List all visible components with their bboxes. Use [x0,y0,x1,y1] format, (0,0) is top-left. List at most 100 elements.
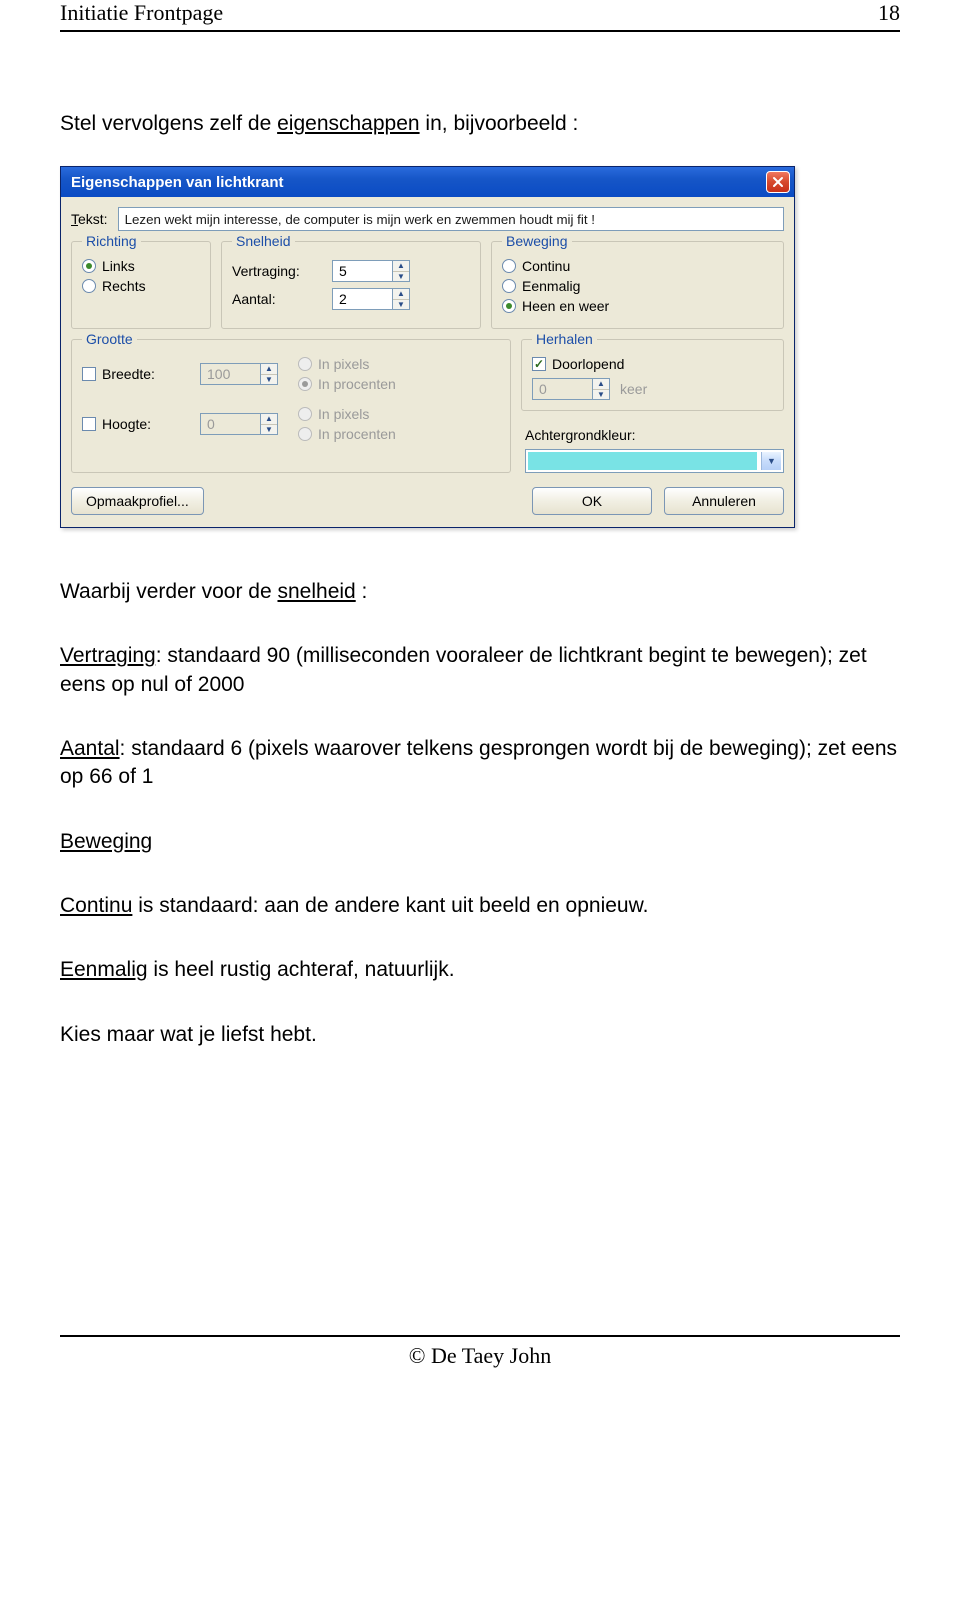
intro-paragraph: Stel vervolgens zelf de eigenschappen in… [60,112,900,136]
tekst-label: Tekst: [71,211,108,227]
radio-continu[interactable] [502,259,516,273]
group-herhalen: Herhalen Doorlopend ▲▼ keer [521,339,784,411]
chevron-up-icon: ▲ [261,414,277,425]
chevron-down-icon[interactable]: ▼ [393,272,409,282]
radio-continu-label: Continu [522,258,570,274]
dialog-title: Eigenschappen van lichtkrant [71,174,284,191]
doc-footer-copyright: © De Taey John [60,1343,900,1369]
radio-eenmalig[interactable] [502,279,516,293]
hoogte-check-row[interactable]: Hoogte: [82,416,192,432]
color-swatch [528,452,757,470]
body-p7: Kies maar wat je liefst hebt. [60,1021,900,1049]
group-snelheid: Snelheid Vertraging: ▲▼ Aantal: ▲▼ [221,241,481,329]
body-p3-ul: Aantal [60,737,120,760]
breedte-label: Breedte: [102,366,155,382]
keer-input [532,378,592,400]
achtergrond-label: Achtergrondkleur: [525,427,784,443]
radio-hoogte-pixels [298,407,312,421]
opmaakprofiel-button[interactable]: Opmaakprofiel... [71,487,204,515]
body-p5-rest: is standaard: aan de andere kant uit bee… [132,894,648,917]
chevron-down-icon: ▼ [261,375,277,385]
radio-heen-weer[interactable] [502,299,516,313]
body-p5-ul: Continu [60,894,132,917]
header-divider [60,30,900,32]
radio-links-label: Links [102,258,135,274]
vertraging-label: Vertraging: [232,263,324,279]
hoogte-stepper: ▲▼ [200,413,290,435]
group-beweging: Beweging Continu Eenmalig Heen en weer [491,241,784,329]
achtergrond-section: Achtergrondkleur: ▼ [521,421,784,473]
ok-button[interactable]: OK [532,487,652,515]
color-dropdown[interactable]: ▼ [525,449,784,473]
tekst-input[interactable] [118,207,784,231]
vertraging-input[interactable] [332,260,392,282]
radio-eenmalig-label: Eenmalig [522,278,580,294]
radio-eenmalig-row[interactable]: Eenmalig [502,278,773,294]
group-grootte: Grootte Breedte: ▲▼ [71,339,511,473]
chevron-down-icon: ▼ [593,390,609,400]
radio-continu-row[interactable]: Continu [502,258,773,274]
chevron-up-icon: ▲ [593,379,609,390]
keer-stepper: ▲▼ [532,378,610,400]
doc-page-number: 18 [878,0,900,26]
radio-heen-weer-label: Heen en weer [522,298,609,314]
radio-hoogte-pixels-label: In pixels [318,406,369,422]
body-p1-underlined: snelheid [277,580,355,603]
radio-hoogte-procenten [298,427,312,441]
chevron-up-icon: ▲ [261,364,277,375]
legend-snelheid: Snelheid [232,233,295,249]
legend-grootte: Grootte [82,331,137,347]
radio-breedte-pixels [298,357,312,371]
breedte-check-row[interactable]: Breedte: [82,366,192,382]
annuleren-button[interactable]: Annuleren [664,487,784,515]
legend-beweging: Beweging [502,233,572,249]
radio-breedte-procenten-label: In procenten [318,376,396,392]
chevron-down-icon[interactable]: ▼ [393,300,409,310]
body-p4: Beweging [60,828,900,856]
doorlopend-label: Doorlopend [552,356,624,372]
breedte-checkbox[interactable] [82,367,96,381]
body-p6: Eenmalig is heel rustig achteraf, natuur… [60,956,900,984]
body-p1-suffix: : [356,580,368,603]
radio-links[interactable] [82,259,96,273]
radio-links-row[interactable]: Links [82,258,200,274]
breedte-stepper: ▲▼ [200,363,290,385]
aantal-stepper[interactable]: ▲▼ [332,288,410,310]
doorlopend-row[interactable]: Doorlopend [532,356,773,372]
body-p2-rest: : standaard 90 (milliseconden vooraleer … [60,644,867,695]
chevron-up-icon[interactable]: ▲ [393,289,409,300]
radio-rechts-row[interactable]: Rechts [82,278,200,294]
body-p3-rest: : standaard 6 (pixels waarover telkens g… [60,737,897,788]
radio-hoogte-procenten-label: In procenten [318,426,396,442]
dialog-titlebar: Eigenschappen van lichtkrant [61,167,794,197]
intro-suffix: in, bijvoorbeeld : [420,112,579,135]
body-p2-ul: Vertraging [60,644,156,667]
chevron-up-icon[interactable]: ▲ [393,261,409,272]
aantal-label: Aantal: [232,291,324,307]
radio-breedte-procenten [298,377,312,391]
radio-heen-weer-row[interactable]: Heen en weer [502,298,773,314]
breedte-input [200,363,260,385]
legend-herhalen: Herhalen [532,331,597,347]
body-p1-prefix: Waarbij verder voor de [60,580,277,603]
radio-breedte-pixels-label: In pixels [318,356,369,372]
hoogte-checkbox[interactable] [82,417,96,431]
radio-rechts[interactable] [82,279,96,293]
aantal-input[interactable] [332,288,392,310]
body-p6-rest: is heel rustig achteraf, natuurlijk. [148,958,455,981]
group-richting: Richting Links Rechts [71,241,211,329]
body-p2: Vertraging: standaard 90 (milliseconden … [60,642,900,699]
keer-label: keer [620,381,647,397]
doorlopend-checkbox[interactable] [532,357,546,371]
footer-divider [60,1335,900,1337]
vertraging-stepper[interactable]: ▲▼ [332,260,410,282]
chevron-down-icon[interactable]: ▼ [761,452,781,470]
body-p3: Aantal: standaard 6 (pixels waarover tel… [60,735,900,792]
hoogte-label: Hoogte: [102,416,151,432]
body-p5: Continu is standaard: aan de andere kant… [60,892,900,920]
marquee-properties-dialog: Eigenschappen van lichtkrant Tekst: Rich… [60,166,795,528]
doc-header-title: Initiatie Frontpage [60,0,223,26]
hoogte-input [200,413,260,435]
intro-prefix: Stel vervolgens zelf de [60,112,277,135]
close-icon[interactable] [766,171,790,193]
